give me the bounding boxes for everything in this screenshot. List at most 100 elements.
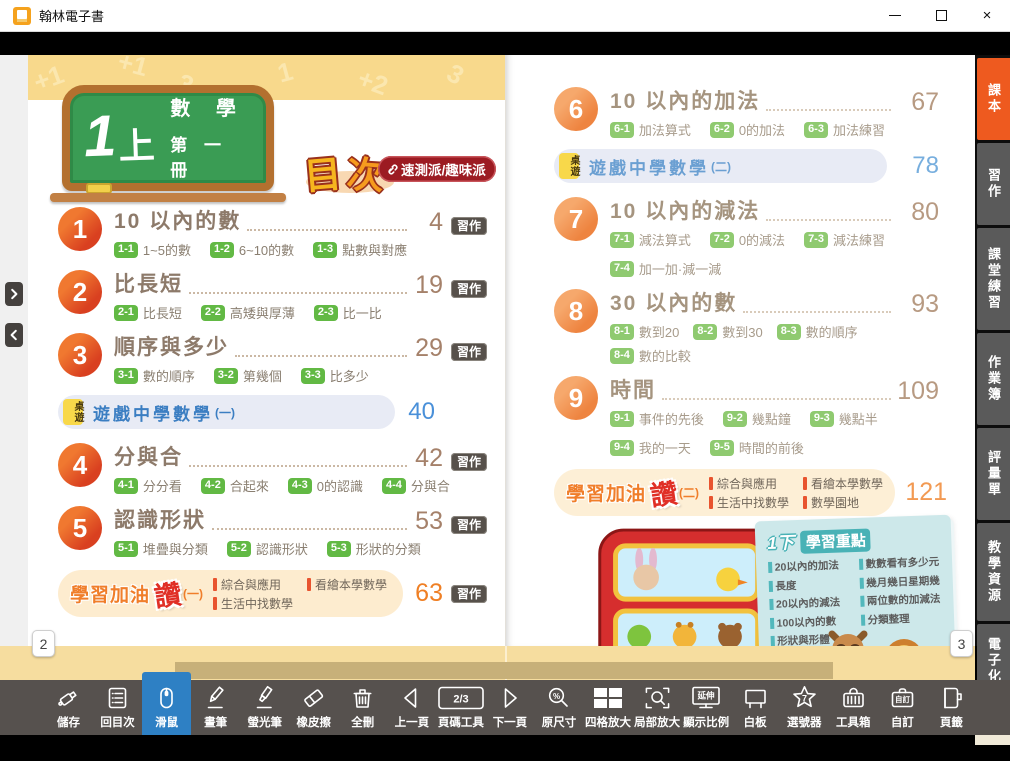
learning-boost-link[interactable]: 學習加油 讚 (二) 綜合與應用 看繪本學數學 生活中找數學 數學園地 — [554, 469, 895, 516]
section-link[interactable]: 1-26~10的數 — [210, 240, 294, 259]
chapter-page-number[interactable]: 42 — [413, 446, 443, 471]
section-link[interactable]: 4-30的認識 — [288, 476, 363, 495]
section-link[interactable]: 1-3點數與對應 — [313, 240, 407, 259]
original-size-button[interactable]: % 原尺寸 — [534, 680, 583, 735]
chapter-page-number[interactable]: 19 — [413, 273, 443, 298]
chapter-title[interactable]: 10 以內的加法 — [610, 85, 760, 115]
learning-boost-link[interactable]: 學習加油 讚 (一) 綜合與應用 看繪本學數學 生活中找數學 — [58, 570, 403, 617]
board-game-link[interactable]: 桌遊 遊戲中學數學 (一) — [58, 395, 395, 429]
toolbox-button[interactable]: 工具箱 — [829, 680, 878, 735]
page-bookmark-button[interactable]: 頁籤 — [927, 680, 976, 735]
page-number-tab-right[interactable]: 3 — [950, 630, 973, 657]
workbook-badge[interactable]: 習作 — [451, 453, 487, 471]
panel-collapse-left-button[interactable] — [5, 323, 23, 347]
chapter-page-number[interactable]: 93 — [897, 292, 939, 317]
number-picker-button[interactable]: 7 選號器 — [780, 680, 829, 735]
back-to-toc-button[interactable]: 回目次 — [93, 680, 142, 735]
workbook-badge[interactable]: 習作 — [451, 343, 487, 361]
section-link[interactable]: 2-3比一比 — [314, 303, 382, 322]
chapter-number-badge[interactable]: 2 — [58, 270, 102, 314]
display-ratio-button[interactable]: 延伸 顯示比例 — [682, 680, 731, 735]
workbook-badge[interactable]: 習作 — [451, 516, 487, 534]
chapter-title[interactable]: 順序與多少 — [114, 331, 229, 361]
section-link[interactable]: 2-2高矮與厚薄 — [201, 303, 295, 322]
chapter-title[interactable]: 認識形狀 — [114, 504, 206, 534]
section-link[interactable]: 8-3數的順序 — [777, 322, 858, 341]
board-game-link[interactable]: 桌遊 遊戲中學數學 (二) — [554, 149, 887, 183]
mouse-tool-button[interactable]: 滑鼠 — [142, 672, 191, 735]
four-grid-zoom-button[interactable]: 四格放大 — [584, 680, 633, 735]
workbook-badge[interactable]: 習作 — [451, 280, 487, 298]
chapter-number-badge[interactable]: 1 — [58, 207, 102, 251]
section-link[interactable]: 2-1比長短 — [114, 303, 182, 322]
section-link[interactable]: 9-3幾點半 — [810, 409, 878, 428]
chapter-page-number[interactable]: 109 — [897, 379, 939, 404]
panel-expand-right-button[interactable] — [5, 282, 23, 306]
chapter-page-number[interactable]: 67 — [897, 90, 939, 115]
chapter-page-number[interactable]: 80 — [897, 200, 939, 225]
chapter-title[interactable]: 10 以內的減法 — [610, 195, 760, 225]
sidebar-tab-teaching-resources[interactable]: 教學資源 — [977, 523, 1010, 621]
chapter-number-badge[interactable]: 5 — [58, 506, 102, 550]
board-game-page-number[interactable]: 40 — [405, 398, 435, 426]
customize-button[interactable]: 自訂 自訂 — [878, 680, 927, 735]
section-link[interactable]: 7-3減法練習 — [804, 230, 885, 249]
section-link[interactable]: 5-3形狀的分類 — [327, 539, 421, 558]
section-link[interactable]: 9-5時間的前後 — [710, 438, 804, 457]
previous-page-button[interactable]: 上一頁 — [387, 680, 436, 735]
section-link[interactable]: 7-20的減法 — [710, 230, 785, 249]
chapter-number-badge[interactable]: 3 — [58, 333, 102, 377]
section-link[interactable]: 4-2合起來 — [201, 476, 269, 495]
next-page-button[interactable]: 下一頁 — [485, 680, 534, 735]
section-link[interactable]: 9-4我的一天 — [610, 438, 691, 457]
section-link[interactable]: 4-1分分看 — [114, 476, 182, 495]
maximize-button[interactable] — [918, 0, 964, 31]
quick-link-button[interactable]: 速測派/趣味派 — [378, 156, 496, 182]
chapter-number-badge[interactable]: 9 — [554, 376, 598, 420]
section-link[interactable]: 6-3加法練習 — [804, 120, 885, 139]
chapter-page-number[interactable]: 29 — [413, 336, 443, 361]
sidebar-tab-class-practice[interactable]: 課堂練習 — [977, 228, 1010, 330]
highlighter-tool-button[interactable]: 螢光筆 — [240, 680, 289, 735]
horizontal-scrollbar[interactable] — [175, 662, 833, 679]
pen-tool-button[interactable]: 畫筆 — [191, 680, 240, 735]
region-zoom-button[interactable]: 局部放大 — [633, 680, 682, 735]
close-button[interactable]: × — [964, 0, 1010, 31]
chapter-title[interactable]: 時間 — [610, 374, 656, 404]
chapter-page-number[interactable]: 4 — [413, 210, 443, 235]
sidebar-tab-homework-book[interactable]: 作業簿 — [977, 333, 1010, 425]
sidebar-tab-workbook[interactable]: 習作 — [977, 143, 1010, 225]
section-link[interactable]: 6-1加法算式 — [610, 120, 691, 139]
section-link[interactable]: 9-2幾點鐘 — [723, 409, 791, 428]
section-link[interactable]: 8-4數的比較 — [610, 346, 691, 365]
chapter-number-badge[interactable]: 7 — [554, 197, 598, 241]
chapter-title[interactable]: 30 以內的數 — [610, 287, 737, 317]
chapter-number-badge[interactable]: 6 — [554, 87, 598, 131]
eraser-tool-button[interactable]: 橡皮擦 — [289, 680, 338, 735]
section-link[interactable]: 4-4分與合 — [382, 476, 450, 495]
section-link[interactable]: 5-1堆疊與分類 — [114, 539, 208, 558]
whiteboard-button[interactable]: 白板 — [731, 680, 780, 735]
page-number-tool-button[interactable]: 2/3 頁碼工具 — [436, 680, 485, 735]
section-link[interactable]: 8-2數到30 — [693, 322, 762, 341]
section-link[interactable]: 3-3比多少 — [301, 366, 369, 385]
chapter-title[interactable]: 分與合 — [114, 441, 183, 471]
board-game-page-number[interactable]: 78 — [897, 152, 939, 180]
sidebar-tab-assessment[interactable]: 評量單 — [977, 428, 1010, 520]
section-link[interactable]: 7-4加一加·減一減 — [610, 259, 721, 278]
section-link[interactable]: 6-20的加法 — [710, 120, 785, 139]
section-link[interactable]: 8-1數到20 — [610, 322, 679, 341]
section-link[interactable]: 9-1事件的先後 — [610, 409, 704, 428]
section-link[interactable]: 1-11~5的數 — [114, 240, 191, 259]
chapter-title[interactable]: 比長短 — [114, 268, 183, 298]
page-number-tab-left[interactable]: 2 — [32, 630, 55, 657]
boost-page-number[interactable]: 63 — [413, 579, 443, 608]
chapter-title[interactable]: 10 以內的數 — [114, 205, 241, 235]
minimize-button[interactable] — [872, 0, 918, 31]
workbook-badge[interactable]: 習作 — [451, 585, 487, 603]
sidebar-tab-textbook[interactable]: 課本 — [977, 58, 1010, 140]
save-button[interactable]: 儲存 — [44, 680, 93, 735]
delete-all-button[interactable]: 全刪 — [338, 680, 387, 735]
workbook-badge[interactable]: 習作 — [451, 217, 487, 235]
section-link[interactable]: 7-1減法算式 — [610, 230, 691, 249]
